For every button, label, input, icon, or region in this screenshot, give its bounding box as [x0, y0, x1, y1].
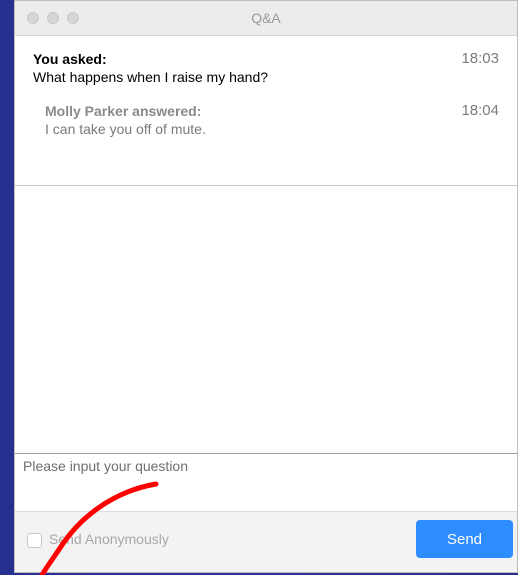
question-text: What happens when I raise my hand? [33, 69, 269, 85]
question-item: You asked: What happens when I raise my … [33, 50, 499, 86]
window-title: Q&A [251, 10, 281, 26]
title-bar[interactable]: Q&A [15, 1, 517, 36]
send-anonymously-label[interactable]: Send Anonymously [49, 531, 169, 547]
answer-time: 18:04 [461, 102, 499, 119]
question-input-area [15, 454, 517, 512]
answer-author: Molly Parker answered: [45, 103, 202, 119]
footer-bar: Send Anonymously Send [15, 512, 517, 572]
answer-item: Molly Parker answered: I can take you of… [45, 102, 499, 138]
question-author: You asked: [33, 51, 107, 67]
answer-text: I can take you off of mute. [45, 121, 206, 137]
thread-divider [15, 185, 517, 186]
qa-window: Q&A You asked: What happens when I raise… [14, 0, 518, 573]
question-time: 18:03 [461, 50, 499, 67]
send-button[interactable]: Send [416, 520, 513, 558]
question-input[interactable] [15, 454, 517, 511]
send-anonymously-checkbox[interactable] [27, 533, 42, 548]
messages-panel: You asked: What happens when I raise my … [15, 36, 517, 454]
